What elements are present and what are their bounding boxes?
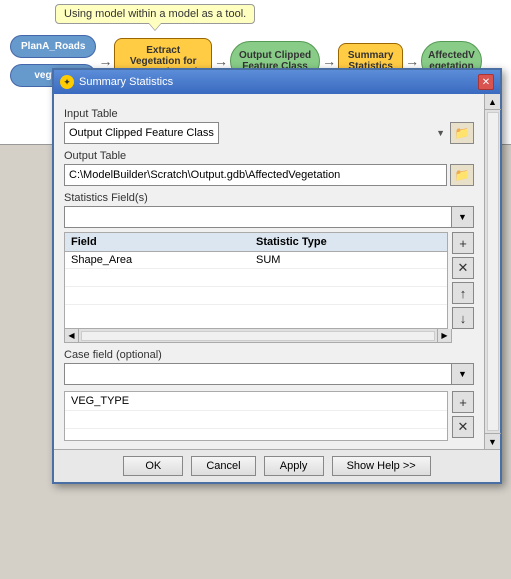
table-row-empty-2[interactable]	[65, 287, 447, 305]
dialog-icon: ✦	[60, 75, 74, 89]
input-table-row: Output Clipped Feature Class ▼ 📁	[64, 122, 474, 144]
case-field-section: Case field (optional) ▼	[64, 349, 474, 385]
veg-side-buttons: + ✕	[452, 391, 474, 441]
statistics-side-buttons: + ✕ ↑ ↓	[452, 232, 474, 329]
arrow-4: →	[405, 53, 419, 69]
veg-row-empty[interactable]	[65, 411, 447, 429]
statistics-table-body: Shape_Area SUM	[65, 252, 447, 307]
summary-statistics-dialog: ✦ Summary Statistics ✕ Input Table Outpu…	[52, 68, 502, 484]
table-row-empty-1[interactable]	[65, 269, 447, 287]
case-field-label: Case field (optional)	[64, 349, 474, 361]
arrow-3: →	[322, 53, 336, 69]
statistics-table-container: Field Statistic Type Shape_Area SUM	[64, 232, 448, 329]
dialog-footer: OK Cancel Apply Show Help >>	[54, 449, 500, 482]
dialog-title: Summary Statistics	[79, 76, 173, 88]
veg-remove-button[interactable]: ✕	[452, 416, 474, 438]
input-table-label: Input Table	[64, 108, 474, 120]
move-down-button[interactable]: ↓	[452, 307, 474, 329]
scroll-left-button[interactable]: ◀	[65, 329, 79, 343]
statistics-fields-input[interactable]	[64, 206, 452, 228]
add-row-button[interactable]: +	[452, 232, 474, 254]
veg-table-with-buttons: VEG_TYPE + ✕	[64, 391, 474, 441]
statistics-fields-dropdown-row: ▼	[64, 206, 474, 228]
table-row[interactable]: Shape_Area SUM	[65, 252, 447, 269]
case-field-row: ▼	[64, 363, 474, 385]
statistics-table-header: Field Statistic Type	[65, 233, 447, 252]
field-column-header: Field	[71, 236, 256, 248]
scroll-up-button[interactable]: ▲	[485, 94, 501, 110]
veg-section: VEG_TYPE + ✕	[64, 391, 474, 441]
remove-row-button[interactable]: ✕	[452, 257, 474, 279]
dialog-title-left: ✦ Summary Statistics	[60, 75, 173, 89]
statistics-table-section: Field Statistic Type Shape_Area SUM +	[64, 232, 474, 329]
scroll-down-button[interactable]: ▼	[485, 433, 501, 449]
output-table-row: 📁	[64, 164, 474, 186]
statistic-type-column-header: Statistic Type	[256, 236, 441, 248]
veg-table: VEG_TYPE	[64, 391, 448, 441]
arrow-2: →	[214, 53, 228, 69]
field-cell: Shape_Area	[71, 254, 256, 266]
vertical-scrollbar[interactable]: ▲ ▼	[484, 94, 500, 449]
ok-button[interactable]: OK	[123, 456, 183, 476]
dialog-titlebar: ✦ Summary Statistics ✕	[54, 70, 500, 94]
scroll-track[interactable]	[81, 331, 435, 341]
statistics-fields-label: Statistics Field(s)	[64, 192, 474, 204]
tooltip-bubble: Using model within a model as a tool.	[55, 4, 255, 24]
input-table-select[interactable]: Output Clipped Feature Class	[64, 122, 219, 144]
scroll-right-button[interactable]: ▶	[437, 329, 451, 343]
case-field-input[interactable]	[64, 363, 452, 385]
scroll-thumb	[487, 112, 499, 431]
horizontal-scrollbar[interactable]: ◀ ▶	[64, 329, 452, 343]
output-table-folder-button[interactable]: 📁	[450, 164, 474, 186]
statistics-fields-dropdown-button[interactable]: ▼	[452, 206, 474, 228]
apply-button[interactable]: Apply	[264, 456, 324, 476]
output-table-label: Output Table	[64, 150, 474, 162]
select-arrow-icon: ▼	[436, 128, 445, 138]
output-table-input[interactable]	[64, 164, 447, 186]
show-help-button[interactable]: Show Help >>	[332, 456, 431, 476]
move-up-button[interactable]: ↑	[452, 282, 474, 304]
input-table-folder-button[interactable]: 📁	[450, 122, 474, 144]
tooltip-text: Using model within a model as a tool.	[64, 8, 246, 20]
case-field-dropdown-button[interactable]: ▼	[452, 363, 474, 385]
dialog-main-content: Input Table Output Clipped Feature Class…	[54, 94, 484, 449]
veg-add-button[interactable]: +	[452, 391, 474, 413]
dialog-content-wrapper: Input Table Output Clipped Feature Class…	[54, 94, 500, 449]
veg-row[interactable]: VEG_TYPE	[65, 392, 447, 411]
statistic-cell: SUM	[256, 254, 441, 266]
cancel-button[interactable]: Cancel	[191, 456, 255, 476]
planA-node[interactable]: PlanA_Roads	[10, 35, 96, 58]
close-button[interactable]: ✕	[478, 74, 494, 90]
arrow-1: →	[98, 53, 112, 69]
input-table-select-wrapper: Output Clipped Feature Class ▼	[64, 122, 447, 144]
